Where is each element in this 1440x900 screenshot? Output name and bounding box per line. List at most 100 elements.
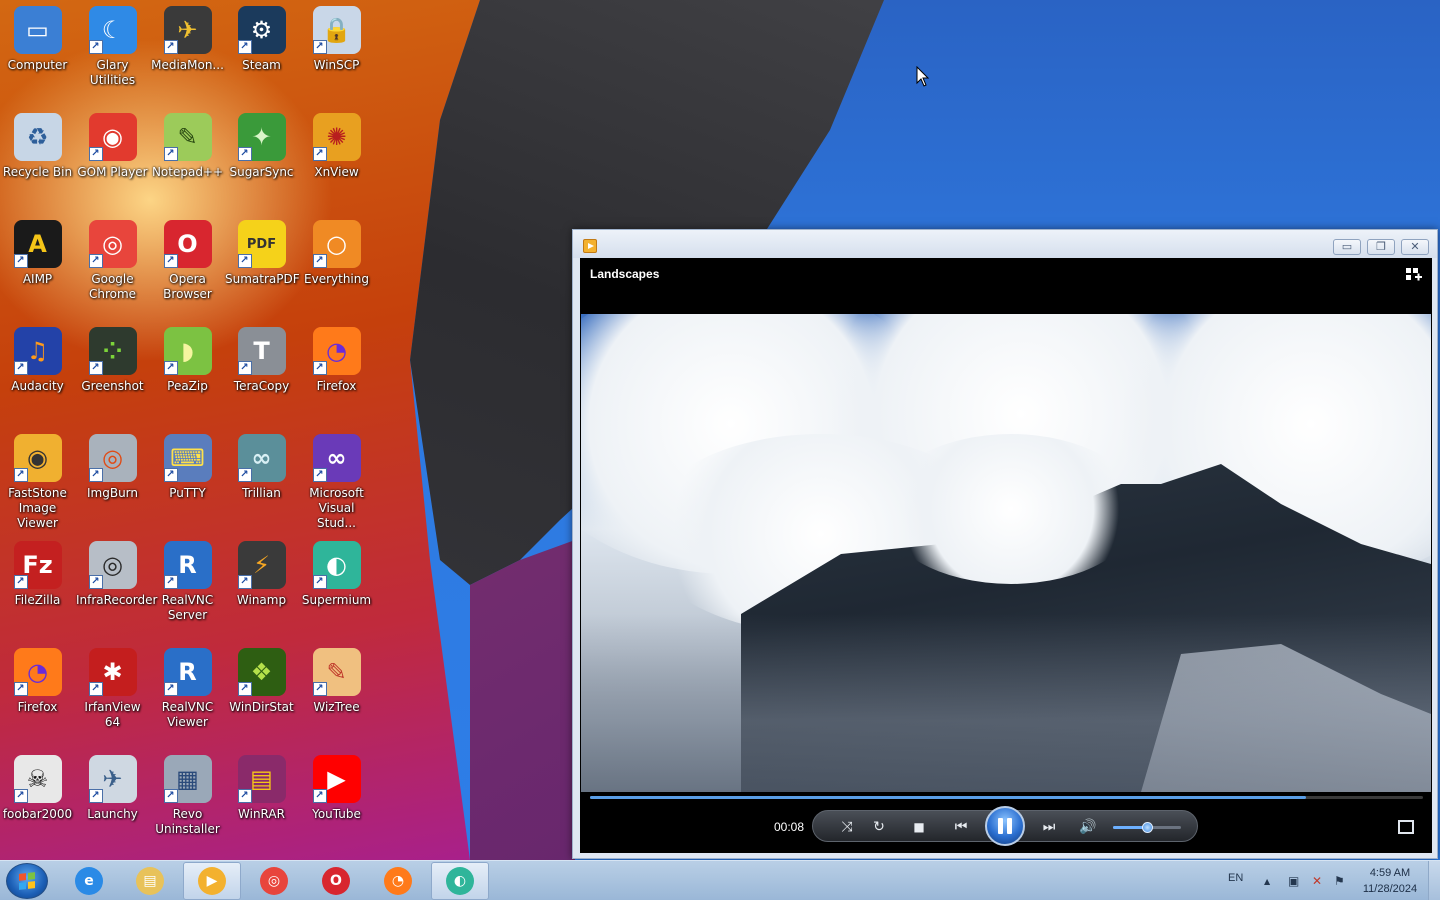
volume-slider[interactable] xyxy=(1113,822,1181,833)
desktop-icon-realvnc-viewer[interactable]: R ↗ RealVNC Viewer xyxy=(150,642,225,746)
desktop-icon-imgburn[interactable]: ◎ ↗ ImgBurn xyxy=(75,428,150,532)
taskbar-internet-explorer[interactable]: e xyxy=(60,862,118,900)
show-hidden-icons-icon[interactable]: ▲ xyxy=(1264,877,1270,886)
realvnc-server-icon: R ↗ xyxy=(163,541,212,589)
repeat-button[interactable]: ↻ xyxy=(867,811,891,843)
desktop-icon-label: Audacity xyxy=(11,379,64,393)
desktop-icon-launchy[interactable]: ✈ ↗ Launchy xyxy=(75,749,150,853)
taskbar-google-chrome[interactable]: ◎ xyxy=(245,862,303,900)
shortcut-arrow-icon: ↗ xyxy=(88,147,103,161)
wiztree-glyph: ✎ xyxy=(326,658,347,686)
greenshot-icon: ⁘ ↗ xyxy=(88,327,137,375)
fog-layer xyxy=(581,614,1431,792)
taskbar-firefox[interactable]: ◔ xyxy=(369,862,427,900)
desktop-icon-peazip[interactable]: ◗ ↗ PeaZip xyxy=(150,321,225,425)
shuffle-button[interactable]: ⤨ xyxy=(835,811,859,843)
desktop-icon-everything[interactable]: ○ ↗ Everything xyxy=(299,214,374,318)
microsoft-visual-stud-icon: ∞ ↗ xyxy=(312,434,361,482)
start-button[interactable] xyxy=(6,863,48,899)
clock[interactable]: 4:59 AM 11/28/2024 xyxy=(1358,865,1422,897)
desktop-icon-winrar[interactable]: ▤ ↗ WinRAR xyxy=(224,749,299,853)
desktop-icon-firefox[interactable]: ◔ ↗ Firefox xyxy=(299,321,374,425)
close-button[interactable]: ✕ xyxy=(1401,239,1429,255)
desktop-icon-realvnc-server[interactable]: R ↗ RealVNC Server xyxy=(150,535,225,639)
desktop-icon-infrarecorder[interactable]: ◎ ↗ InfraRecorder xyxy=(75,535,157,639)
video-frame[interactable] xyxy=(581,314,1431,792)
opera-icon: O xyxy=(322,867,350,895)
desktop-icon-winamp[interactable]: ⚡ ↗ Winamp xyxy=(224,535,299,639)
show-desktop-button[interactable] xyxy=(1428,861,1440,900)
desktop-icon-filezilla[interactable]: Fz ↗ FileZilla xyxy=(0,535,75,639)
desktop-icon-foobar2000[interactable]: ☠ ↗ foobar2000 xyxy=(0,749,75,853)
media-player-icon[interactable] xyxy=(583,239,597,253)
next-button[interactable]: ⏭ xyxy=(1029,811,1069,843)
shortcut-arrow-icon: ↗ xyxy=(237,40,252,54)
desktop-icon-label: WinRAR xyxy=(238,807,285,821)
realvnc-viewer-glyph: R xyxy=(178,658,197,686)
desktop-icon-aimp[interactable]: A ↗ AIMP xyxy=(0,214,75,318)
volume-knob[interactable] xyxy=(1142,822,1153,833)
desktop-icon-sumatrapdf[interactable]: PDF ↗ SumatraPDF xyxy=(224,214,300,318)
video-area[interactable]: Landscapes 00:08 ⤨ ↻ ■ ⏮ ⏭ 🔊 xyxy=(580,258,1432,853)
desktop-icon-irfanview-64[interactable]: ✱ ↗ IrfanView 64 xyxy=(75,642,150,746)
desktop-icon-google-chrome[interactable]: ◎ ↗ Google Chrome xyxy=(75,214,150,318)
desktop-icon-firefox[interactable]: ◔ ↗ Firefox xyxy=(0,642,75,746)
winamp-glyph: ⚡ xyxy=(253,551,270,579)
desktop-icon-greenshot[interactable]: ⁘ ↗ Greenshot xyxy=(75,321,150,425)
desktop-icon-windirstat[interactable]: ❖ ↗ WinDirStat xyxy=(224,642,299,746)
volume-muted-icon[interactable]: ✕ xyxy=(1312,874,1322,888)
restore-button[interactable]: ❐ xyxy=(1367,239,1395,255)
shortcut-arrow-icon: ↗ xyxy=(88,682,103,696)
desktop-icon-notepad[interactable]: ✎ ↗ Notepad++ xyxy=(150,107,225,211)
desktop-icon-label: Launchy xyxy=(87,807,138,821)
shuffle-icon: ⤨ xyxy=(841,819,853,835)
foobar2000-icon: ☠ ↗ xyxy=(13,755,62,803)
desktop-icon-glary-utilities[interactable]: ☾ ↗ Glary Utilities xyxy=(75,0,150,104)
shortcut-arrow-icon: ↗ xyxy=(312,575,327,589)
taskbar-supermium[interactable]: ◐ xyxy=(431,862,489,900)
mute-button[interactable]: 🔊 xyxy=(1075,811,1101,843)
desktop-icon-teracopy[interactable]: T ↗ TeraCopy xyxy=(224,321,299,425)
shortcut-arrow-icon: ↗ xyxy=(163,147,178,161)
desktop-icon-steam[interactable]: ⚙ ↗ Steam xyxy=(224,0,299,104)
desktop-icon-trillian[interactable]: ∞ ↗ Trillian xyxy=(224,428,299,532)
desktop-icon-supermium[interactable]: ◐ ↗ Supermium xyxy=(299,535,374,639)
desktop-icon-putty[interactable]: ⌨ ↗ PuTTY xyxy=(150,428,225,532)
media-player-icon: ▶ xyxy=(198,867,226,895)
seek-bar[interactable] xyxy=(590,796,1423,799)
desktop-icon-winscp[interactable]: 🔒 ↗ WinSCP xyxy=(299,0,374,104)
fullscreen-icon[interactable] xyxy=(1398,820,1414,834)
minimize-button[interactable]: ▭ xyxy=(1333,239,1361,255)
desktop-icon-computer[interactable]: ▭ Computer xyxy=(0,0,75,104)
taskbar-media-player[interactable]: ▶ xyxy=(183,862,241,900)
desktop-icon-revo-uninstaller[interactable]: ▦ ↗ Revo Uninstaller xyxy=(150,749,225,853)
network-icon[interactable]: ▣ xyxy=(1288,874,1299,888)
desktop-icon-mediamon[interactable]: ✈ ↗ MediaMon... xyxy=(150,0,225,104)
taskbar-opera[interactable]: O xyxy=(307,862,365,900)
previous-button[interactable]: ⏮ xyxy=(941,811,981,843)
switch-to-library-icon[interactable] xyxy=(1406,268,1422,282)
action-center-flag-icon[interactable]: ⚑ xyxy=(1334,874,1345,888)
pause-button[interactable] xyxy=(985,806,1025,846)
microsoft-visual-stud-glyph: ∞ xyxy=(326,444,347,472)
playback-controls: ⤨ ↻ ■ ⏮ ⏭ 🔊 xyxy=(812,806,1198,846)
player-titlebar[interactable]: ▭ ❐ ✕ xyxy=(573,230,1437,258)
stop-button[interactable]: ■ xyxy=(907,811,931,843)
language-indicator[interactable]: EN xyxy=(1228,872,1243,884)
desktop-icon-gom-player[interactable]: ◉ ↗ GOM Player xyxy=(75,107,150,211)
taskbar-file-explorer[interactable]: ▤ xyxy=(121,862,179,900)
shortcut-arrow-icon: ↗ xyxy=(163,789,178,803)
everything-glyph: ○ xyxy=(326,230,347,258)
desktop-icon-wiztree[interactable]: ✎ ↗ WizTree xyxy=(299,642,374,746)
desktop-icon-opera-browser[interactable]: O ↗ Opera Browser xyxy=(150,214,225,318)
desktop-icon-label: RealVNC Viewer xyxy=(161,700,214,729)
desktop-icon-xnview[interactable]: ✺ ↗ XnView xyxy=(299,107,374,211)
desktop-icon-faststone-image-viewer[interactable]: ◉ ↗ FastStone Image Viewer xyxy=(0,428,75,532)
desktop-icon-label: GOM Player xyxy=(77,165,148,179)
desktop-icon-sugarsync[interactable]: ✦ ↗ SugarSync xyxy=(224,107,299,211)
desktop-icon-youtube[interactable]: ▶ ↗ YouTube xyxy=(299,749,374,853)
desktop-icon-recycle-bin[interactable]: ♻ Recycle Bin xyxy=(0,107,75,211)
desktop-icon-microsoft-visual-stud[interactable]: ∞ ↗ Microsoft Visual Stud... xyxy=(299,428,374,532)
xnview-icon: ✺ ↗ xyxy=(312,113,361,161)
desktop-icon-audacity[interactable]: ♫ ↗ Audacity xyxy=(0,321,75,425)
